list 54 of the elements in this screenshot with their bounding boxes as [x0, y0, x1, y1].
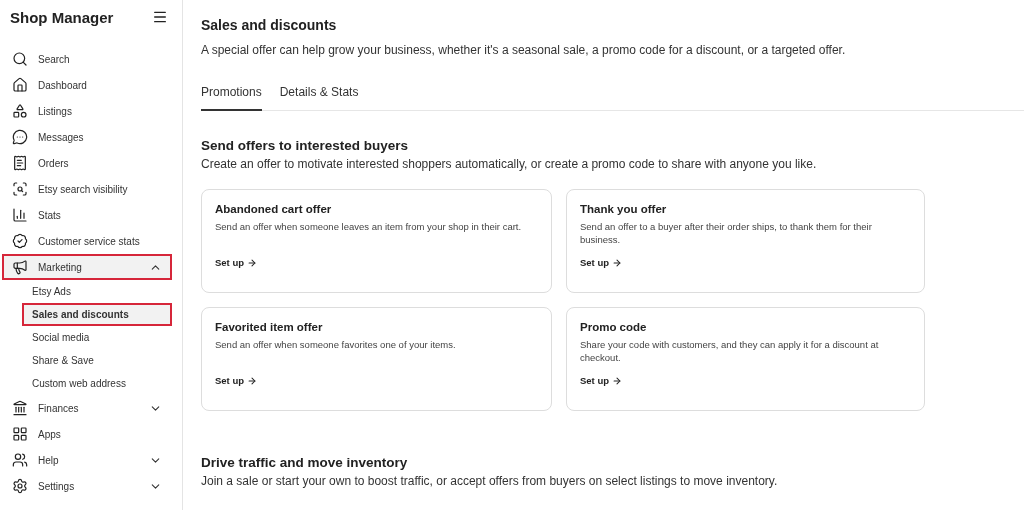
page-title: Sales and discounts	[201, 17, 338, 33]
submenu-item[interactable]: Etsy Ads	[22, 280, 172, 303]
tab[interactable]: Details & Stats	[279, 85, 359, 111]
nav-item[interactable]: Dashboard	[2, 72, 172, 98]
nav-item[interactable]: Listings	[2, 98, 172, 124]
section-heading: Drive traffic and move inventory	[201, 455, 409, 470]
nav-item[interactable]: Apps	[2, 421, 172, 447]
submenu-item[interactable]: Sales and discounts	[22, 303, 172, 326]
house-icon	[12, 77, 30, 93]
magnifier-icon	[12, 181, 30, 197]
arrow-right-icon	[247, 257, 258, 268]
submenu-item[interactable]: Social media	[22, 326, 172, 349]
card-text: Send an offer when someone favorites one of your items.	[215, 338, 457, 352]
card-text: Share your code with customers, and they can apply it for a discount at checkout.	[580, 338, 880, 365]
section-description: Create an offer to motivate interested shoppers automatically, or create a promo code to share with anyone you like.	[201, 157, 818, 171]
card-text: Send an offer to a buyer after their order ships, to thank them for their business.	[580, 220, 873, 247]
setup-link[interactable]: Set up	[215, 375, 258, 386]
nav-item[interactable]: Customer service stats	[2, 228, 172, 254]
nav-item[interactable]: Help	[2, 447, 172, 473]
arrow-right-icon	[612, 375, 623, 386]
section-heading: Send offers to interested buyers	[201, 138, 410, 153]
submenu-item[interactable]: Share & Save	[22, 349, 172, 372]
bank-icon	[12, 400, 30, 416]
nav-item[interactable]: Finances	[2, 395, 172, 421]
page-description: A special offer can help grow your business, whether it's a seasonal sale, a promo code for a discount, or a targeted offer.	[201, 43, 847, 57]
grid-icon	[12, 426, 30, 442]
nav-item[interactable]: Messages	[2, 124, 172, 150]
nav-item[interactable]: Marketing	[2, 254, 172, 280]
people-icon	[12, 452, 30, 468]
arrow-right-icon	[612, 257, 623, 268]
shapes-icon	[12, 103, 30, 119]
settings-icon	[12, 478, 30, 494]
arrow-right-icon	[247, 375, 258, 386]
nav-item[interactable]: Stats	[2, 202, 172, 228]
card-text: Send an offer when someone leaves an item from your shop in their cart.	[215, 220, 523, 234]
setup-link[interactable]: Set up	[580, 257, 623, 268]
nav-item[interactable]: Search	[2, 46, 172, 72]
nav-item[interactable]: Orders	[2, 150, 172, 176]
setup-link[interactable]: Set up	[580, 375, 623, 386]
section-description: Join a sale or start your own to boost traffic, or accept offers from buyers on select listings to move inventory.	[201, 474, 779, 488]
menu-icon[interactable]	[152, 9, 168, 25]
badge-icon	[12, 233, 30, 249]
card-title: Favorited item offer	[215, 321, 324, 333]
chat-bubble-icon	[12, 129, 30, 145]
nav-item[interactable]: Etsy search visibility	[2, 176, 172, 202]
card-title: Abandoned cart offer	[215, 203, 333, 215]
card-title: Promo code	[580, 321, 648, 333]
nav-item[interactable]: Settings	[2, 473, 172, 499]
megaphone-icon	[12, 259, 30, 275]
submenu-item[interactable]: Custom web address	[22, 372, 172, 395]
setup-link[interactable]: Set up	[215, 257, 258, 268]
app-title: Shop Manager	[10, 8, 114, 26]
card-title: Thank you offer	[580, 203, 668, 215]
tab[interactable]: Promotions	[201, 85, 262, 111]
